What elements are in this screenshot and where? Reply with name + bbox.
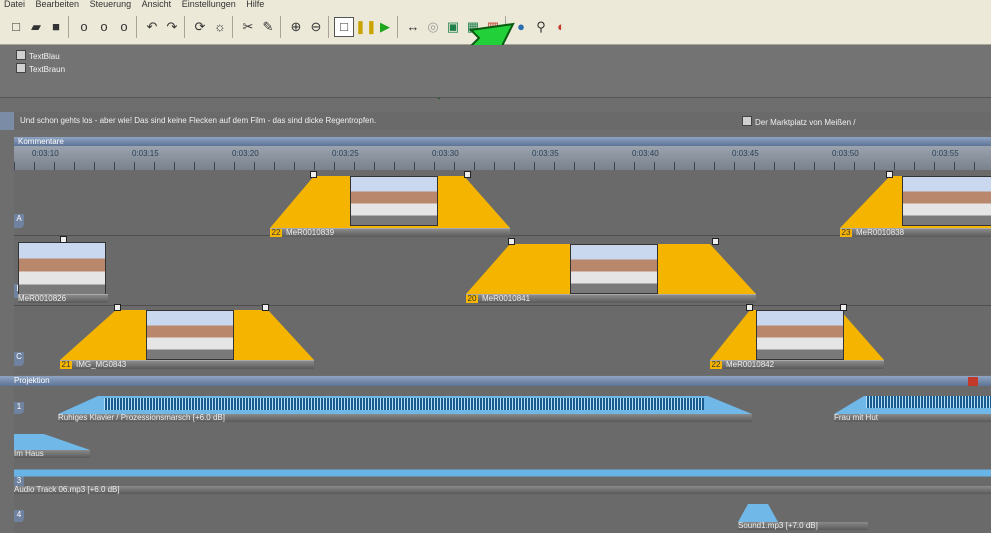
clip-name: MeR0010842 [726,360,775,369]
pause-icon[interactable]: ❚❚ [355,17,377,37]
zoom-in-icon[interactable]: ⊕ [286,17,306,37]
audio-clip-name: Audio Track 06.mp3 [+6.0 dB] [14,485,120,494]
clip-number: 22 [710,360,722,369]
menu-control[interactable]: Steuerung [90,0,132,9]
menu-help[interactable]: Hilfe [246,0,264,9]
close-icon[interactable] [968,377,978,386]
new-icon[interactable]: □ [6,17,26,37]
zoom-out-icon[interactable]: ⊖ [306,17,326,37]
clip-handle[interactable] [746,304,753,311]
audio-clip-name: Frau mit Hut [834,413,879,422]
menu-file[interactable]: Datei [4,0,25,9]
clip-handle[interactable] [114,304,121,311]
play-icon[interactable]: ▶ [375,17,395,37]
ruler-scale [14,162,991,170]
undo-icon[interactable]: ↶ [142,17,162,37]
ruler-tick: 0:03:55 [932,149,959,158]
caption-row: Und schon gehts los - aber wie! Das sind… [0,112,991,130]
clip-handle[interactable] [840,304,847,311]
clip-handle[interactable] [310,171,317,178]
save-icon[interactable]: ■ [46,17,66,37]
wand-icon[interactable]: ⚲ [531,17,551,37]
caption-text[interactable]: Und schon gehts los - aber wie! Das sind… [20,116,376,125]
ruler-tick: 0:03:40 [632,149,659,158]
clip-thumbnail [350,176,438,226]
clip-handle[interactable] [508,238,515,245]
lock-icon[interactable]: ᴏ [74,17,94,37]
audio-clip-name: Ruhiges Klavier / Prozessionsmarsch [+6.… [58,413,225,422]
text-item-blue[interactable]: TextBlau [16,50,60,61]
ruler-tick: 0:03:15 [132,149,159,158]
refresh-icon[interactable]: ⟳ [190,17,210,37]
audio-lane-1[interactable]: 1 [14,402,24,414]
redo-icon[interactable]: ↷ [162,17,182,37]
ruler-tick: 0:03:20 [232,149,259,158]
ruler-tick: 0:03:30 [432,149,459,158]
waveform [14,464,991,482]
text-item-brown[interactable]: TextBraun [16,63,65,74]
ruler-tick: 0:03:45 [732,149,759,158]
loop-icon[interactable]: ↔ [403,17,423,37]
clip-handle[interactable] [60,236,67,243]
menu-view[interactable]: Ansicht [142,0,172,9]
cut-icon[interactable]: ✂ [238,17,258,37]
clip-thumbnail [902,176,991,226]
ruler-tick: 0:03:50 [832,149,859,158]
clip-thumbnail [570,244,658,294]
audio-clip-name: Im Haus [14,449,44,458]
clip-thumbnail [146,310,234,360]
waveform [866,396,991,408]
clip-thumbnail [18,242,106,296]
audio-tracks: 1 2 3 4 Ruhiges Klavier / Prozessionsmar… [14,386,991,533]
text-icon [16,50,26,60]
clip-number: 21 [60,360,72,369]
audio-clip-name: Sound1.mp3 [+7.0 dB] [738,521,818,530]
clip-number: 20 [466,294,478,303]
menu-settings[interactable]: Einstellungen [182,0,236,9]
open-icon[interactable]: ▰ [26,17,46,37]
menu-bar: Datei Bearbeiten Steuerung Ansicht Einst… [0,0,991,10]
clip-number: 23 [840,228,852,237]
clip-handle[interactable] [262,304,269,311]
lock-plus-icon[interactable]: ᴏ [94,17,114,37]
lock-minus-icon[interactable]: ᴏ [114,17,134,37]
caption-lane-marker [0,112,14,130]
audio-lane-4[interactable]: 4 [14,510,24,522]
menu-edit[interactable]: Bearbeiten [36,0,80,9]
waveform [104,398,704,410]
clip-handle[interactable] [712,238,719,245]
stop-icon[interactable]: □ [334,17,354,37]
pen-icon[interactable]: ✎ [258,17,278,37]
ruler-tick: 0:03:35 [532,149,559,158]
clip-handle[interactable] [464,171,471,178]
text-panel: TextBlau TextBraun [0,45,991,98]
lane-tab-c[interactable]: C [14,352,24,366]
ruler-tick: 0:03:10 [32,149,59,158]
cycle-icon[interactable]: ☼ [210,17,230,37]
lane-tab-a[interactable]: A [14,214,24,228]
projection-strip: Projektion [0,376,991,386]
clip-name: MeR0010841 [482,294,531,303]
clip-name: MeR0010826 [18,294,67,303]
clip-name: MeR0010838 [856,228,905,237]
magnet-icon[interactable]: ◐ [551,17,571,37]
text-icon [16,63,26,73]
video-tracks: A B C 22MeR0010839 23MeR0010838 MeR00108… [14,170,991,375]
text-icon [742,116,752,126]
clip-thumbnail [756,310,844,360]
comment-strip: Kommentare [14,137,991,146]
clip-name: IMG_MG0843 [76,360,127,369]
clip-name: MeR0010839 [286,228,335,237]
ruler-tick: 0:03:25 [332,149,359,158]
clip-number: 22 [270,228,282,237]
clip-handle[interactable] [886,171,893,178]
caption-right[interactable]: Der Marktplatz von Meißen / [742,116,855,127]
timeline-ruler[interactable]: 0:03:10 0:03:15 0:03:20 0:03:25 0:03:30 … [14,146,991,170]
